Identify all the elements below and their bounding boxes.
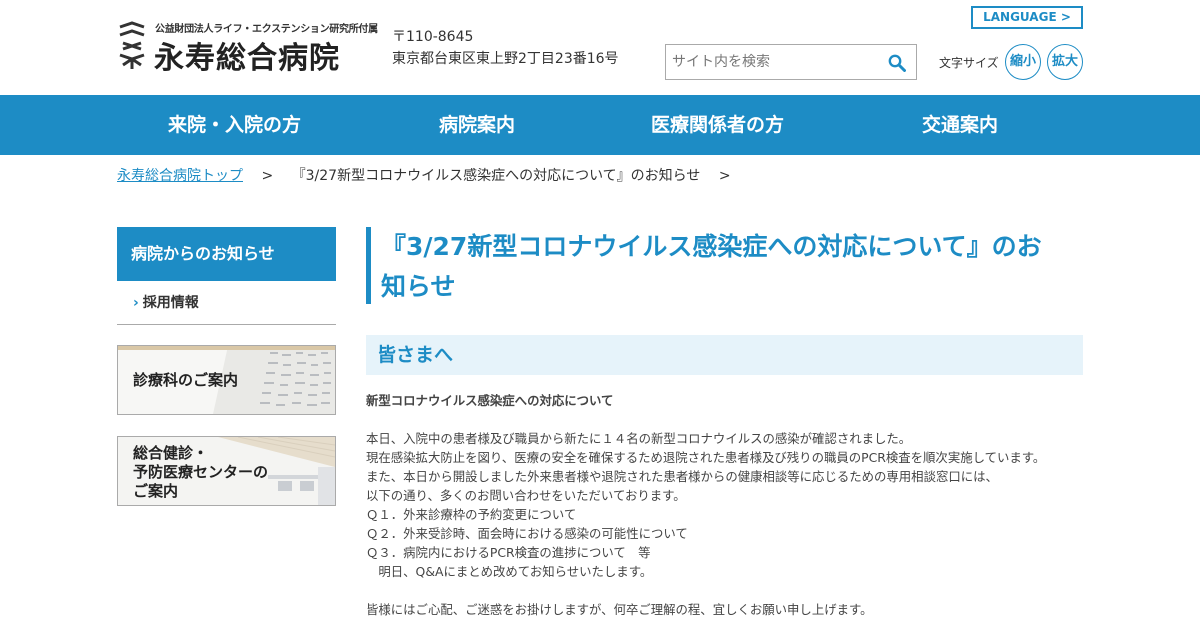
section-heading: 皆さまへ	[366, 335, 1083, 375]
nav-item-medical-professionals[interactable]: 医療関係者の方	[651, 95, 784, 155]
page-title-line2: 知らせ	[381, 272, 456, 301]
article-paragraph: また、本日から開設しました外来患者様や退院された患者様からの健康相談等に応じるた…	[366, 469, 998, 484]
health-checkup-banner-line1: 総合健診・	[133, 444, 209, 462]
site-header: 公益財団法人ライフ・エクステンション研究所付属 永寿総合病院 〒110-8645…	[0, 0, 1200, 95]
article-lead: 新型コロナウイルス感染症への対応について	[366, 393, 614, 408]
sidebar-heading[interactable]: 病院からのお知らせ	[117, 227, 336, 281]
article-paragraph: 以下の通り、多くのお問い合わせをいただいております。	[366, 488, 686, 503]
departments-banner[interactable]: 診療科のご案内	[117, 345, 336, 415]
street-address: 東京都台東区東上野2丁目23番16号	[392, 51, 619, 67]
hospital-address: 〒110-8645 東京都台東区東上野2丁目23番16号	[392, 26, 619, 70]
article-paragraph: 明日、Q&Aにまとめ改めてお知らせいたします。	[366, 564, 653, 579]
article-closing: 皆様にはご心配、ご迷惑をお掛けしますが、何卒ご理解の程、宜しくお願い申し上げます…	[366, 602, 873, 617]
global-nav: 来院・入院の方 病院案内 医療関係者の方 交通案内	[0, 95, 1200, 155]
search-input[interactable]	[666, 45, 881, 79]
nav-item-about[interactable]: 病院案内	[439, 95, 515, 155]
health-checkup-banner-line3: ご案内	[133, 482, 179, 500]
postal-code: 〒110-8645	[392, 29, 474, 45]
sidebar-item-recruitment[interactable]: › 採用情報	[117, 281, 336, 325]
nav-item-access[interactable]: 交通案内	[922, 95, 998, 155]
article-paragraph: Ｑ３．病院内におけるPCR検査の進捗について 等	[366, 545, 651, 560]
article-body: 新型コロナウイルス感染症への対応について 本日、入院中の患者様及び職員から新たに…	[366, 391, 1096, 619]
article-paragraph: 現在感染拡大防止を図り、医療の安全を確保するため退院された患者様及び残りの職員の…	[366, 450, 1046, 465]
page-title-block: 『3/27新型コロナウイルス感染症への対応について』のお 知らせ	[366, 227, 1083, 304]
breadcrumb: 永寿総合病院トップ > 『3/27新型コロナウイルス感染症への対応について』のお…	[117, 166, 745, 186]
article-paragraph: Ｑ１．外来診療枠の予約変更について	[366, 507, 577, 522]
font-enlarge-button[interactable]: 拡大	[1047, 44, 1083, 80]
font-shrink-button[interactable]: 縮小	[1005, 44, 1041, 80]
logo-mark-icon	[119, 21, 145, 69]
breadcrumb-current: 『3/27新型コロナウイルス感染症への対応について』のお知らせ	[291, 168, 701, 184]
sidebar-item-label: 採用情報	[142, 295, 199, 311]
font-size-label: 文字サイズ	[939, 56, 999, 70]
site-logo[interactable]: 公益財団法人ライフ・エクステンション研究所付属 永寿総合病院	[117, 19, 378, 76]
site-search	[665, 44, 917, 80]
article-paragraph: Ｑ２．外来受診時、面会時における感染の可能性について	[366, 526, 688, 541]
chevron-right-icon: ›	[133, 295, 139, 311]
breadcrumb-home-link[interactable]: 永寿総合病院トップ	[117, 168, 243, 184]
logo-title: 永寿総合病院	[154, 41, 340, 76]
page-title-line1: 『3/27新型コロナウイルス感染症への対応について』のお	[381, 232, 1042, 261]
health-checkup-banner-line2: 予防医療センターの	[133, 463, 269, 481]
health-checkup-banner[interactable]: 総合健診・ 予防医療センターの ご案内	[117, 436, 336, 506]
breadcrumb-separator: >	[261, 168, 274, 184]
search-icon[interactable]	[888, 54, 906, 72]
nav-item-visitors[interactable]: 来院・入院の方	[168, 95, 301, 155]
departments-banner-label: 診療科のご案内	[133, 371, 239, 389]
breadcrumb-separator: >	[718, 168, 731, 184]
language-button[interactable]: LANGUAGE >	[971, 6, 1083, 29]
article-paragraph: 本日、入院中の患者様及び職員から新たに１４名の新型コロナウイルスの感染が確認され…	[366, 431, 912, 446]
